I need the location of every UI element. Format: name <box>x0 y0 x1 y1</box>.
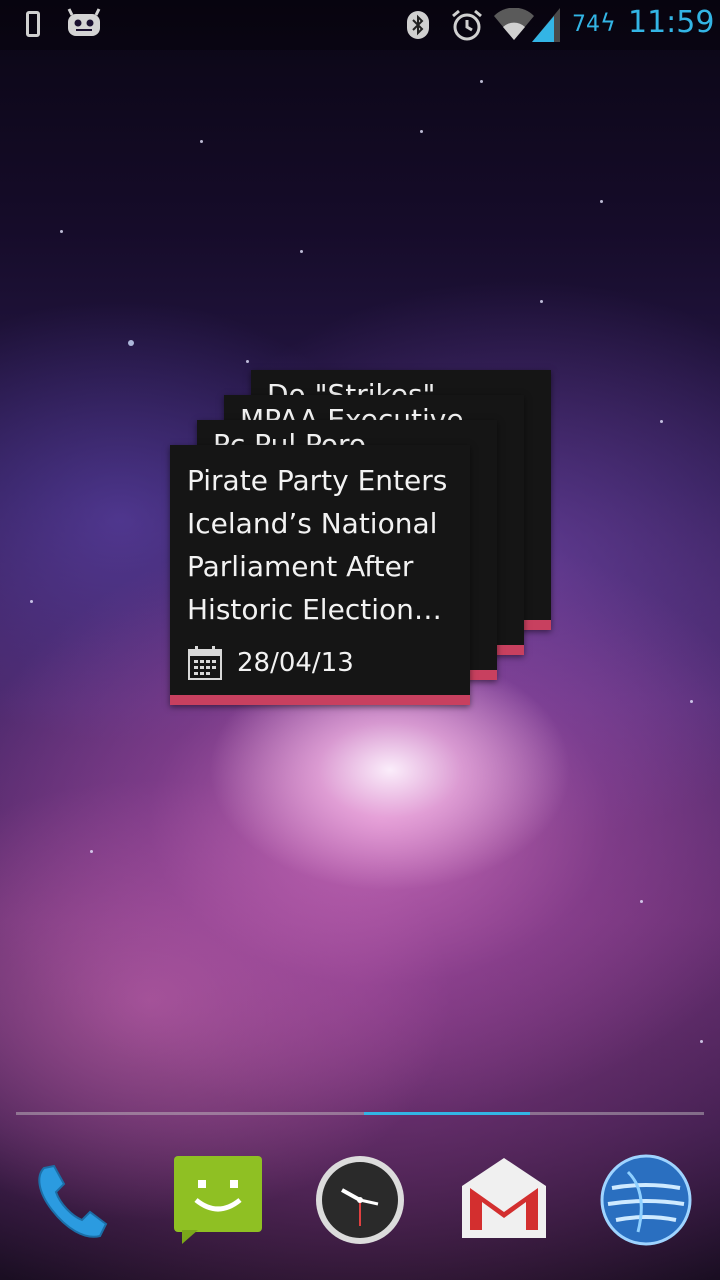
messaging-icon[interactable] <box>170 1152 266 1248</box>
clock-icon[interactable] <box>312 1152 408 1248</box>
phone-icon[interactable] <box>26 1152 122 1248</box>
news-date: 28/04/13 <box>237 648 354 678</box>
calendar-icon <box>188 646 222 680</box>
alarm-icon <box>452 9 482 41</box>
page-indicator-active <box>364 1112 530 1115</box>
cell-signal-icon <box>532 8 560 42</box>
status-clock: 11:59 <box>628 5 715 40</box>
gmail-icon[interactable] <box>456 1152 552 1248</box>
battery-indicator: 74ϟ <box>572 9 616 37</box>
news-date-row: 28/04/13 <box>187 643 354 683</box>
cyanogenmod-robot-icon <box>67 8 101 36</box>
browser-globe-icon[interactable] <box>598 1152 694 1248</box>
battery-charging-icon: ϟ <box>600 9 616 37</box>
wifi-icon <box>494 8 534 40</box>
page-indicator-track <box>16 1112 704 1115</box>
news-headline: Pirate Party Enters Iceland’s National P… <box>187 464 448 626</box>
status-bar: 74ϟ 11:59 <box>0 0 720 50</box>
bluetooth-icon <box>407 11 429 39</box>
battery-level: 74 <box>572 12 600 37</box>
phone-notification-icon <box>26 11 40 37</box>
widget-card-front[interactable]: Pirate Party Enters Iceland’s National P… <box>170 445 470 705</box>
